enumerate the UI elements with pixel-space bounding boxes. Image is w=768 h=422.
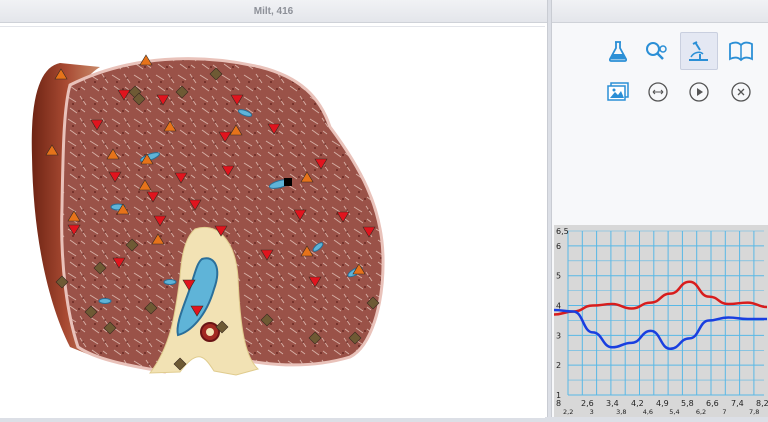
gallery-icon xyxy=(607,82,629,101)
tool-panel-header xyxy=(552,0,768,23)
x-tick-label-minor: 7,8 xyxy=(749,408,759,416)
arrows-horizontal-icon xyxy=(648,82,668,102)
window-title: Milt, 416 xyxy=(253,5,294,17)
flask-icon xyxy=(608,41,628,62)
selected-point-marker[interactable] xyxy=(284,178,292,186)
book-tool-button[interactable] xyxy=(724,34,758,68)
x-tick-label: 4,9 xyxy=(656,399,669,408)
magnify-icon xyxy=(646,42,667,60)
x-tick-label: 2,6 xyxy=(581,399,594,408)
image-panel: Milt, 416 xyxy=(0,0,548,418)
x-tick-label-minor: 3,8 xyxy=(616,408,626,416)
x-tick-label-minor: 6,2 xyxy=(696,408,706,416)
x-tick-label-minor: 5,4 xyxy=(669,408,679,416)
x-tick-label: 8,2 xyxy=(756,399,768,408)
x-tick-label: 4,2 xyxy=(631,399,644,408)
close-icon xyxy=(731,82,751,102)
y-tick-label: 2 xyxy=(556,361,561,370)
close-tool-button[interactable] xyxy=(724,75,758,109)
y-tick-label: 6,5 xyxy=(556,227,569,236)
play-tool-button[interactable] xyxy=(682,75,716,109)
x-tick-label-minor: 2,2 xyxy=(563,408,573,416)
x-tick-label-minor: 7 xyxy=(722,408,726,416)
image-viewer[interactable] xyxy=(0,26,545,418)
y-tick-label: 6 xyxy=(556,242,561,251)
gallery-tool-button[interactable] xyxy=(601,75,635,109)
x-tick-label: 3,4 xyxy=(606,399,619,408)
y-tick-label: 5 xyxy=(556,272,561,281)
spleen-section-image[interactable] xyxy=(0,27,545,418)
microscope-tool-button[interactable] xyxy=(680,32,718,70)
play-icon xyxy=(689,82,709,102)
data-chart: 6,5 6 5 4 3 2 1 8 2,6 3,4 4,2 4,9 5,8 6,6 7,4 8,2 2,2 3 3,… xyxy=(553,225,768,417)
x-tick-label: 8 xyxy=(556,399,561,408)
expand-tool-button[interactable] xyxy=(641,75,675,109)
x-tick-label-minor: 3 xyxy=(590,408,594,416)
y-tick-label: 3 xyxy=(556,331,561,340)
flask-tool-button[interactable] xyxy=(601,34,635,68)
book-icon xyxy=(729,41,753,62)
line-chart: 6,56543218 2,6 3,4 4,2 4,9 5,8 6,6 7,4 8,22,2 3 3,… xyxy=(553,225,768,417)
x-tick-label: 7,4 xyxy=(731,399,744,408)
image-panel-header: Milt, 416 xyxy=(0,0,547,23)
x-tick-label: 6,6 xyxy=(706,399,719,408)
magnify-tool-button[interactable] xyxy=(640,34,674,68)
x-tick-label-minor: 4,6 xyxy=(643,408,653,416)
microscope-icon xyxy=(689,41,708,61)
x-tick-label: 5,8 xyxy=(681,399,694,408)
chart-background xyxy=(554,225,768,417)
